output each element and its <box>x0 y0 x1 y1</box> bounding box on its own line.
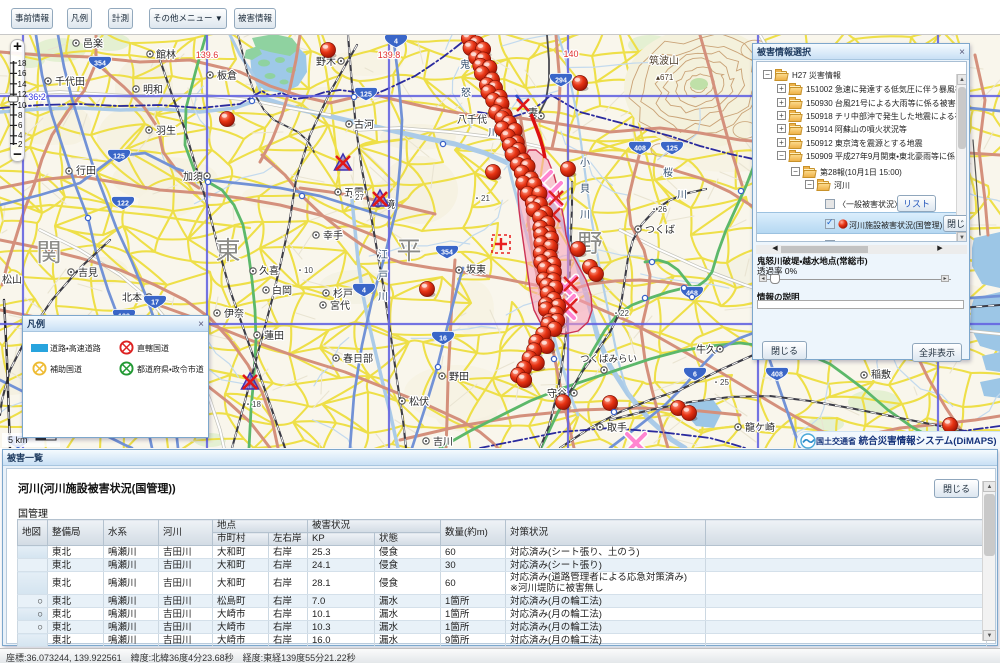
svg-text:桜: 桜 <box>663 166 673 179</box>
svg-text:125: 125 <box>666 146 678 153</box>
svg-text:12: 12 <box>18 90 27 99</box>
svg-text:春日部: 春日部 <box>343 353 373 365</box>
svg-text:139.6: 139.6 <box>196 50 219 60</box>
svg-text:関: 関 <box>36 240 61 267</box>
svg-text:小: 小 <box>580 157 590 169</box>
svg-text:伊奈: 伊奈 <box>224 307 244 320</box>
svg-text:294: 294 <box>555 78 567 85</box>
svg-text:八千代: 八千代 <box>457 114 487 126</box>
svg-text:8: 8 <box>18 111 23 120</box>
svg-text:4: 4 <box>394 39 398 46</box>
svg-text:平: 平 <box>396 238 421 265</box>
svg-text:354: 354 <box>441 250 453 257</box>
svg-text:戸: 戸 <box>378 270 388 282</box>
svg-text:久喜: 久喜 <box>259 264 279 277</box>
svg-text:加須: 加須 <box>183 171 203 183</box>
svg-text:+: + <box>13 38 22 55</box>
svg-text:125: 125 <box>113 154 125 161</box>
svg-text:▴671: ▴671 <box>656 73 674 82</box>
svg-text:館林: 館林 <box>156 48 176 61</box>
svg-text:・18: ・18 <box>244 400 261 409</box>
svg-text:筑波山: 筑波山 <box>649 54 679 67</box>
svg-text:・27: ・27 <box>347 193 364 202</box>
svg-text:宮代: 宮代 <box>330 299 350 312</box>
svg-text:東: 東 <box>215 237 240 265</box>
svg-text:邑楽: 邑楽 <box>83 37 103 50</box>
svg-text:板倉: 板倉 <box>217 69 237 82</box>
svg-text:10: 10 <box>18 101 27 110</box>
svg-text:龍ケ崎: 龍ケ崎 <box>745 421 775 434</box>
svg-text:16: 16 <box>18 69 27 78</box>
svg-text:千代田: 千代田 <box>55 76 85 88</box>
svg-text:125: 125 <box>360 92 372 99</box>
svg-text:吉見: 吉見 <box>78 267 98 279</box>
svg-text:4: 4 <box>362 288 366 295</box>
svg-text:稲敷: 稲敷 <box>871 368 891 381</box>
svg-text:18: 18 <box>18 59 27 68</box>
svg-text:6: 6 <box>18 121 23 130</box>
svg-text:140: 140 <box>563 49 578 59</box>
svg-text:・22: ・22 <box>612 309 629 318</box>
svg-text:鬼: 鬼 <box>460 58 470 71</box>
svg-text:怒: 怒 <box>461 86 471 99</box>
svg-text:4: 4 <box>18 131 23 140</box>
svg-text:354: 354 <box>94 61 106 68</box>
svg-text:杉戸: 杉戸 <box>333 287 353 300</box>
svg-text:明和: 明和 <box>143 84 163 96</box>
svg-text:行田: 行田 <box>76 164 96 177</box>
svg-text:16: 16 <box>439 336 447 343</box>
svg-text:吉川: 吉川 <box>433 436 453 448</box>
svg-text:松山: 松山 <box>2 273 22 286</box>
svg-text:つくばみらい: つくばみらい <box>580 354 637 365</box>
svg-text:・10: ・10 <box>296 266 313 275</box>
svg-text:408: 408 <box>634 146 646 153</box>
svg-text:川: 川 <box>580 210 590 221</box>
svg-text:つくば: つくば <box>645 224 675 236</box>
svg-text:・25: ・25 <box>712 378 729 387</box>
svg-text:408: 408 <box>771 372 783 379</box>
svg-text:14: 14 <box>18 80 27 89</box>
svg-text:白岡: 白岡 <box>272 284 292 297</box>
svg-text:122: 122 <box>117 201 129 208</box>
svg-text:貝: 貝 <box>580 183 590 195</box>
svg-text:−: − <box>13 146 22 163</box>
svg-text:蓮田: 蓮田 <box>264 329 284 342</box>
svg-text:古河: 古河 <box>354 118 374 131</box>
svg-text:139.8: 139.8 <box>378 50 401 60</box>
svg-text:取手: 取手 <box>607 421 627 434</box>
svg-text:牛久: 牛久 <box>696 343 716 356</box>
svg-text:羽生: 羽生 <box>156 124 176 137</box>
svg-text:北本: 北本 <box>122 291 142 304</box>
svg-text:川: 川 <box>677 190 687 201</box>
svg-text:川: 川 <box>378 292 388 303</box>
svg-text:・21: ・21 <box>473 194 490 203</box>
svg-text:・26: ・26 <box>650 205 667 214</box>
svg-text:17: 17 <box>151 300 159 307</box>
svg-text:幸手: 幸手 <box>323 229 343 242</box>
svg-text:6: 6 <box>693 372 697 379</box>
svg-text:松伏: 松伏 <box>409 395 429 408</box>
svg-text:野田: 野田 <box>449 371 469 383</box>
svg-text:坂東: 坂東 <box>466 263 486 276</box>
svg-text:江: 江 <box>378 249 388 261</box>
